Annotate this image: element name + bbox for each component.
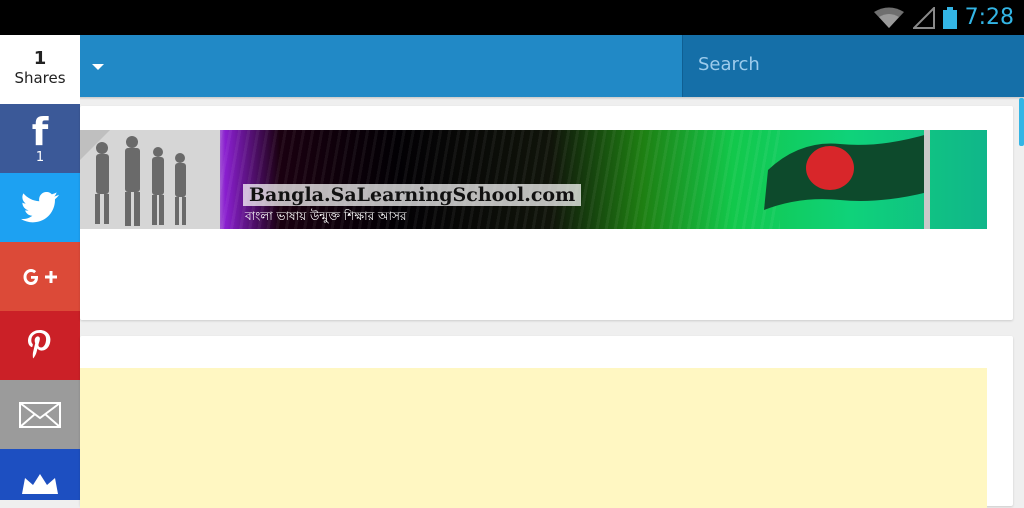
ad-placeholder: [80, 368, 987, 508]
facebook-share-button[interactable]: f 1: [0, 104, 80, 173]
app-header: [80, 35, 1024, 97]
share-count-label: Shares: [14, 69, 66, 87]
header-card: Bangla.SaLearningSchool.com বাংলা ভাষায়…: [80, 106, 1013, 320]
banner-title: Bangla.SaLearningSchool.com: [243, 184, 582, 206]
scrollbar-thumb[interactable]: [1019, 98, 1024, 146]
statue-image: [80, 130, 220, 229]
twitter-share-button[interactable]: [0, 173, 80, 242]
share-count: 1 Shares: [0, 35, 80, 104]
facebook-share-count: 1: [35, 149, 45, 165]
email-share-button[interactable]: [0, 380, 80, 449]
search-input[interactable]: [696, 53, 1000, 76]
pinterest-share-button[interactable]: [0, 311, 80, 380]
google-plus-share-button[interactable]: [0, 242, 80, 311]
bangladesh-flag-image: [764, 130, 930, 229]
battery-icon: [942, 6, 957, 29]
banner-subtitle: বাংলা ভাষায় উন্মুক্ত শিক্ষার আসর: [245, 209, 407, 223]
status-bar: 7:28: [0, 0, 1024, 35]
pinterest-icon: [28, 329, 51, 358]
status-icons: 7:28: [873, 0, 1014, 35]
wifi-icon: [873, 7, 904, 28]
dropdown-caret-icon[interactable]: [88, 59, 108, 75]
content-card: [80, 336, 1013, 508]
facebook-icon: f: [31, 109, 49, 154]
crown-icon: [22, 473, 58, 494]
share-count-number: 1: [33, 48, 47, 69]
site-banner[interactable]: Bangla.SaLearningSchool.com বাংলা ভাষায়…: [80, 130, 987, 229]
email-icon: [19, 401, 61, 428]
google-plus-icon: [23, 268, 57, 285]
twitter-icon: [20, 191, 60, 222]
header-shadow: [80, 97, 1024, 100]
clock: 7:28: [964, 5, 1014, 30]
signal-icon: [912, 6, 935, 29]
more-share-button[interactable]: [0, 449, 80, 500]
search-box[interactable]: [682, 35, 1024, 97]
